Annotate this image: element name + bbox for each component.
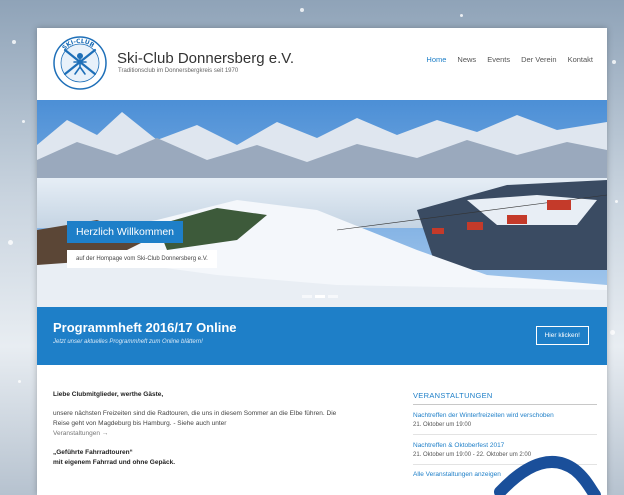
snowflake: [610, 330, 615, 335]
slider-dot[interactable]: [328, 295, 338, 298]
events-link[interactable]: Veranstaltungen →: [53, 430, 108, 437]
snowflake: [18, 380, 21, 383]
greeting: Liebe Clubmitglieder, werthe Gäste,: [53, 391, 164, 398]
nav-item-news[interactable]: News: [457, 55, 476, 64]
site-header: SKI-CLUB Ski-Club Donnersberg e.V. Tradi…: [37, 28, 607, 100]
event-title[interactable]: Nachtreffen der Winterfreizeiten wird ve…: [413, 411, 597, 420]
hero-subtitle: auf der Hompage vom Ski-Club Donnersberg…: [67, 250, 217, 268]
slider-indicator[interactable]: [302, 295, 338, 298]
decorative-swoosh: [494, 456, 601, 495]
banner-title: Programmheft 2016/17 Online: [53, 320, 237, 335]
tour-subheading: mit eigenem Fahrrad und ohne Gepäck.: [53, 459, 176, 466]
slider-dot[interactable]: [302, 295, 312, 298]
main-nav: Home News Events Der Verein Kontakt: [426, 55, 593, 64]
site-title[interactable]: Ski-Club Donnersberg e.V.: [117, 50, 294, 67]
hero-image: [37, 100, 607, 307]
welcome-text: Liebe Clubmitglieder, werthe Gäste, unse…: [53, 391, 353, 468]
snowflake: [300, 8, 304, 12]
nav-item-home[interactable]: Home: [426, 55, 446, 64]
events-heading: VERANSTALTUNGEN: [413, 391, 597, 405]
tour-heading: „Geführte Fahrradtouren“: [53, 449, 133, 456]
intro-text: unsere nächsten Freizeiten sind die Radt…: [53, 410, 337, 427]
site-subtitle: Traditionsclub im Donnersbergkreis seit …: [118, 68, 239, 74]
hero-title: Herzlich Willkommen: [67, 221, 184, 243]
nav-item-events[interactable]: Events: [487, 55, 510, 64]
intro-paragraph: unsere nächsten Freizeiten sind die Radt…: [53, 409, 353, 439]
snowflake: [8, 240, 13, 245]
nav-item-kontakt[interactable]: Kontakt: [568, 55, 593, 64]
snowflake: [612, 60, 616, 64]
nav-item-der-verein[interactable]: Der Verein: [521, 55, 556, 64]
snowflake: [22, 120, 25, 123]
hero-slider: Herzlich Willkommen auf der Hompage vom …: [37, 100, 607, 307]
slider-dot-active[interactable]: [315, 295, 325, 298]
banner-cta-button[interactable]: Hier klicken!: [535, 326, 589, 345]
snowflake: [615, 200, 618, 203]
banner-subtitle: Jetzt unser aktuelles Programmheft zum O…: [53, 339, 203, 345]
club-logo[interactable]: SKI-CLUB: [51, 34, 109, 92]
program-banner: Programmheft 2016/17 Online Jetzt unser …: [37, 307, 607, 365]
snowflake: [460, 14, 463, 17]
page-container: SKI-CLUB Ski-Club Donnersberg e.V. Tradi…: [37, 28, 607, 495]
snowflake: [12, 40, 16, 44]
